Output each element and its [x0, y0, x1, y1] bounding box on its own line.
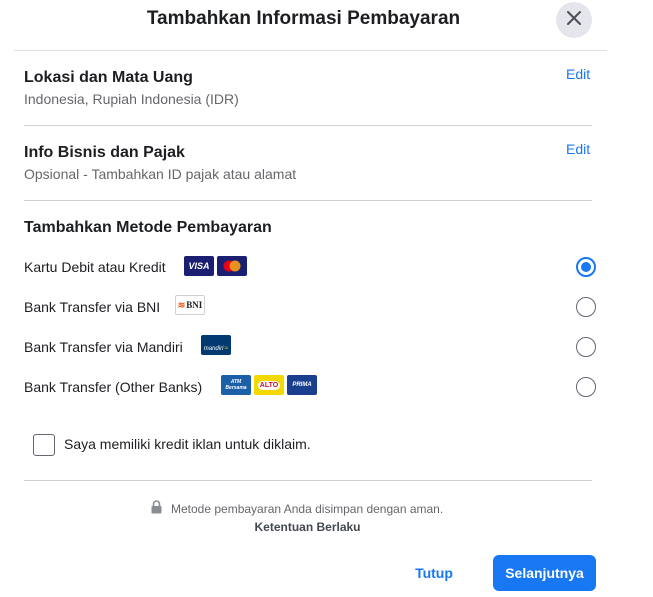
- bni-logo-text: BNI: [186, 300, 203, 310]
- method-bni-radio[interactable]: [576, 297, 596, 317]
- lock-icon: [150, 500, 163, 517]
- terms-link[interactable]: Ketentuan Berlaku: [0, 520, 615, 534]
- cancel-button[interactable]: Tutup: [404, 555, 464, 591]
- mandiri-mark-icon: ≈: [224, 345, 229, 352]
- bni-logo: ≋ BNI: [175, 295, 205, 315]
- method-bni-label[interactable]: Bank Transfer via BNI: [24, 298, 160, 316]
- bni-mark-icon: ≋: [177, 299, 186, 310]
- method-other-banks-radio[interactable]: [576, 377, 596, 397]
- next-button[interactable]: Selanjutnya: [493, 555, 596, 591]
- prima-logo: PRIMA: [287, 375, 317, 395]
- method-mandiri-label[interactable]: Bank Transfer via Mandiri: [24, 338, 183, 356]
- ad-credit-label[interactable]: Saya memiliki kredit iklan untuk diklaim…: [64, 435, 311, 453]
- method-card-radio[interactable]: [576, 257, 596, 277]
- ad-credit-checkbox[interactable]: [33, 434, 55, 456]
- business-edit-link[interactable]: Edit: [566, 140, 590, 158]
- section-divider: [24, 200, 592, 201]
- atm-bersama-logo: ATM Bersama: [221, 375, 251, 395]
- method-mandiri-radio[interactable]: [576, 337, 596, 357]
- mastercard-icon: [217, 256, 247, 276]
- section-divider: [24, 480, 592, 481]
- close-icon: [566, 10, 582, 31]
- mandiri-logo-text: mandiri: [203, 346, 224, 352]
- payment-info-dialog: Tambahkan Informasi Pembayaran Lokasi da…: [0, 0, 607, 597]
- mandiri-logo: mandiri ≈: [201, 335, 231, 355]
- method-card-label[interactable]: Kartu Debit atau Kredit: [24, 258, 166, 276]
- business-subtitle: Opsional - Tambahkan ID pajak atau alama…: [24, 166, 297, 182]
- visa-logo: VISA: [184, 256, 214, 276]
- section-divider: [24, 125, 592, 126]
- header-divider: [14, 50, 607, 51]
- dialog-title: Tambahkan Informasi Pembayaran: [146, 8, 461, 29]
- method-other-banks-label[interactable]: Bank Transfer (Other Banks): [24, 378, 202, 396]
- location-edit-link[interactable]: Edit: [566, 65, 590, 83]
- location-title: Lokasi dan Mata Uang: [24, 69, 193, 86]
- atm-bersama-logo-text: ATM Bersama: [225, 379, 247, 391]
- business-title: Info Bisnis dan Pajak: [24, 144, 185, 161]
- secure-note-text: Metode pembayaran Anda disimpan dengan a…: [171, 501, 444, 516]
- alto-logo: ALTO: [254, 375, 284, 395]
- alto-logo-text: ALTO: [257, 380, 281, 390]
- location-subtitle: Indonesia, Rupiah Indonesia (IDR): [24, 91, 239, 107]
- close-button[interactable]: [556, 2, 592, 38]
- payment-methods-title: Tambahkan Metode Pembayaran: [24, 219, 272, 236]
- secure-note: Metode pembayaran Anda disimpan dengan a…: [150, 500, 443, 517]
